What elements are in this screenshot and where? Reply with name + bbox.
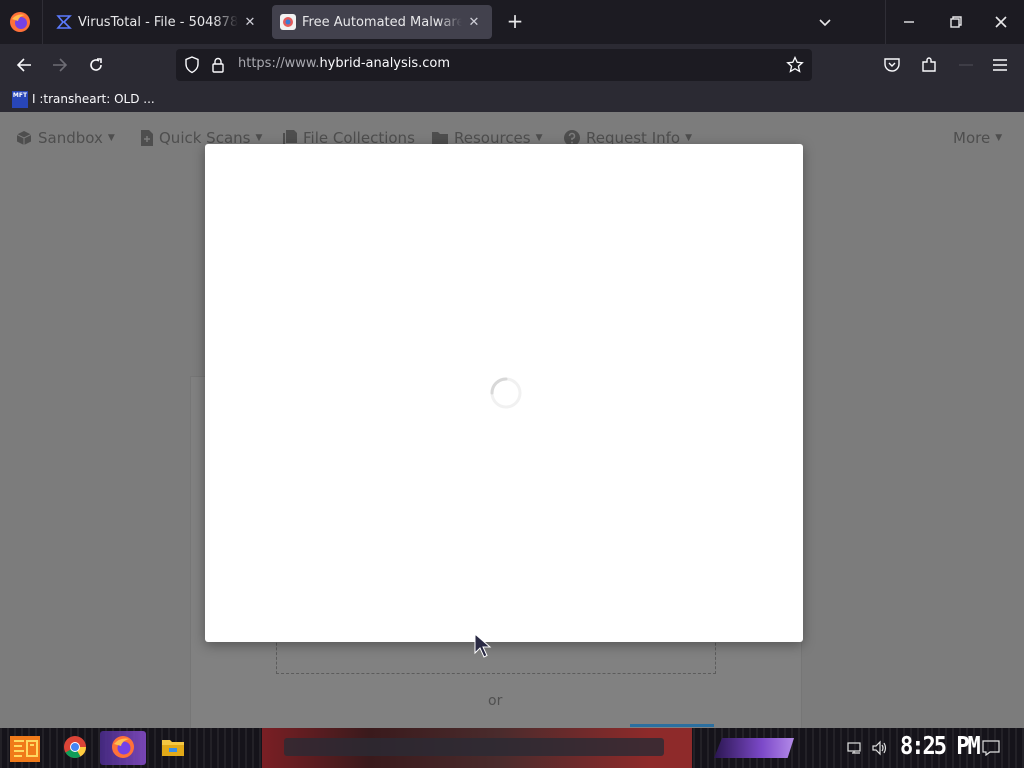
accent-strip — [630, 724, 714, 727]
tab-virustotal[interactable]: VirusTotal - File - 504878429 ✕ — [48, 5, 264, 39]
bookmarks-toolbar: MFT I :transheart: OLD ... — [0, 86, 1024, 112]
file-explorer-taskbar-button[interactable] — [160, 734, 186, 760]
start-icon[interactable] — [10, 736, 40, 762]
hamburger-icon — [993, 59, 1007, 71]
overflow-icon — [959, 64, 973, 66]
network-icon[interactable] — [847, 740, 865, 756]
volume-icon[interactable] — [871, 740, 889, 756]
tab-strip: VirusTotal - File - 504878429 ✕ Free Aut… — [0, 0, 1024, 44]
loading-spinner-icon — [490, 377, 522, 409]
nav-more[interactable]: More ▼ — [953, 129, 1002, 147]
close-tab-icon[interactable]: ✕ — [240, 15, 260, 30]
firefox-taskbar-button[interactable] — [110, 734, 136, 760]
restore-icon[interactable] — [941, 10, 969, 34]
navigation-toolbar: https://www.hybrid-analysis.com — [0, 44, 1024, 86]
reload-button[interactable] — [84, 54, 108, 76]
firefox-icon[interactable] — [9, 11, 31, 33]
taskbar-artwork — [262, 728, 692, 768]
mouse-cursor-icon — [474, 633, 492, 658]
caret-down-icon: ▼ — [685, 133, 693, 143]
nav-sandbox[interactable]: Sandbox ▼ — [16, 129, 115, 147]
pocket-button[interactable] — [880, 54, 904, 76]
caret-down-icon: ▼ — [995, 133, 1003, 143]
chrome-icon — [64, 736, 86, 758]
taskbar-decoration — [714, 738, 794, 758]
forward-button[interactable] — [48, 54, 72, 76]
url-text[interactable]: https://www.hybrid-analysis.com — [238, 56, 450, 71]
chrome-taskbar-button[interactable] — [62, 734, 88, 760]
tab-hybrid-analysis[interactable]: Free Automated Malware Analysis ✕ — [272, 5, 492, 39]
taskbar-artwork-bar — [284, 738, 664, 756]
bookmark-label: I :transheart: OLD ... — [32, 92, 155, 106]
arrow-right-icon — [53, 58, 68, 72]
app-menu-button[interactable] — [988, 54, 1012, 76]
bookmark-favicon: MFT — [12, 90, 28, 108]
loading-modal — [205, 144, 803, 642]
virustotal-icon — [56, 14, 72, 30]
overflow-button[interactable] — [954, 54, 978, 76]
firefox-icon — [112, 736, 134, 758]
divider — [42, 0, 43, 44]
extensions-button[interactable] — [917, 54, 941, 76]
address-bar[interactable]: https://www.hybrid-analysis.com — [176, 49, 812, 81]
bookmark-item[interactable]: MFT I :transheart: OLD ... — [12, 89, 155, 109]
taskbar-clock[interactable]: 8:25 PM — [900, 732, 981, 761]
tab-title: VirusTotal - File - 504878429 — [78, 14, 238, 30]
caret-down-icon: ▼ — [535, 133, 543, 143]
minimize-icon[interactable] — [895, 10, 923, 34]
shield-icon[interactable] — [184, 56, 200, 74]
back-button[interactable] — [12, 54, 36, 76]
cube-icon — [16, 130, 32, 146]
tab-title: Free Automated Malware Analysis — [302, 14, 462, 30]
close-tab-icon[interactable]: ✕ — [464, 15, 484, 30]
bookmark-star-icon[interactable] — [786, 56, 804, 74]
file-plus-icon — [141, 130, 153, 146]
or-separator: or — [488, 693, 503, 709]
folder-icon — [432, 131, 448, 145]
list-all-tabs-icon[interactable] — [815, 12, 835, 32]
caret-down-icon: ▼ — [107, 133, 115, 143]
caret-down-icon: ▼ — [255, 133, 263, 143]
pocket-icon — [884, 58, 900, 72]
new-tab-button[interactable]: + — [503, 10, 527, 34]
hybrid-analysis-icon — [280, 14, 296, 30]
arrow-left-icon — [16, 58, 31, 72]
file-dropzone[interactable] — [276, 638, 716, 674]
folder-icon — [162, 740, 184, 756]
reload-icon — [90, 58, 102, 71]
puzzle-icon — [922, 57, 936, 72]
divider — [885, 0, 886, 44]
notification-icon[interactable] — [982, 740, 1000, 756]
lock-icon[interactable] — [211, 56, 225, 74]
close-window-icon[interactable] — [987, 10, 1015, 34]
